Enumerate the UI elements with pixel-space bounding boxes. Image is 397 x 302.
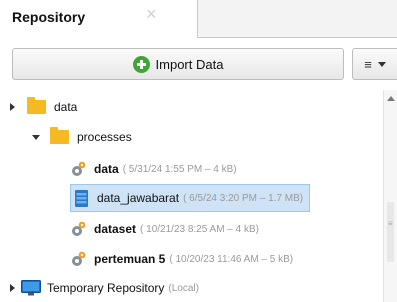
tree-item-data-jawabarat[interactable]: data_jawabarat ( 6/5/24 3:20 PM – 1.7 MB… xyxy=(70,184,311,212)
collapse-arrow-icon[interactable] xyxy=(32,134,40,140)
data-table-icon xyxy=(75,189,88,207)
hamburger-icon: ≡ xyxy=(364,56,372,72)
tree-item-dataset[interactable]: dataset ( 10/21/23 8:25 AM – 4 kB) xyxy=(70,215,259,243)
scroll-up-icon[interactable] xyxy=(387,96,395,101)
import-data-button[interactable]: Import Data xyxy=(12,48,344,80)
toolbar: Import Data ≡ xyxy=(0,38,397,90)
menu-dropdown-button[interactable]: ≡ xyxy=(352,48,397,80)
import-data-label: Import Data xyxy=(155,56,224,72)
item-meta: ( 6/5/24 3:20 PM – 1.7 MB) xyxy=(183,192,304,204)
tab-title: Repository xyxy=(12,9,86,25)
tree-item-pertemuan-5[interactable]: pertemuan 5 ( 10/20/23 11:46 AM – 5 kB) xyxy=(70,245,293,273)
vertical-scrollbar[interactable]: ≡ xyxy=(383,90,397,302)
item-name: pertemuan 5 xyxy=(94,252,166,266)
chevron-down-icon xyxy=(377,61,386,67)
folder-icon xyxy=(50,127,69,144)
tree-item-data-process[interactable]: data ( 5/31/24 1:55 PM – 4 kB) xyxy=(70,155,237,183)
scroll-grip-icon: ≡ xyxy=(388,219,393,228)
tree-folder-processes[interactable]: processes xyxy=(32,123,132,151)
folder-label: data xyxy=(54,100,78,114)
gear-process-icon xyxy=(72,221,86,236)
repository-tree: data processes data ( 5/31/24 1:55 PM – … xyxy=(0,93,383,302)
folder-label: processes xyxy=(77,130,132,144)
tab-strip: Repository × xyxy=(0,0,397,39)
monitor-icon xyxy=(21,280,41,296)
item-meta: ( 10/20/23 11:46 AM – 5 kB) xyxy=(169,253,294,265)
gear-process-icon xyxy=(72,251,86,266)
tree-temporary-repository[interactable]: Temporary Repository (Local) xyxy=(10,274,199,302)
item-meta: ( 5/31/24 1:55 PM – 4 kB) xyxy=(122,163,237,175)
plus-circle-icon xyxy=(132,55,150,73)
repository-meta: (Local) xyxy=(168,282,199,294)
tab-repository[interactable]: Repository × xyxy=(0,0,198,39)
scroll-thumb[interactable] xyxy=(387,202,394,262)
close-icon[interactable]: × xyxy=(146,5,157,23)
repository-label: Temporary Repository xyxy=(47,281,165,295)
expand-arrow-icon[interactable] xyxy=(10,284,15,292)
tree-folder-data[interactable]: data xyxy=(10,93,77,121)
item-meta: ( 10/21/23 8:25 AM – 4 kB) xyxy=(140,223,259,235)
item-name: data_jawabarat xyxy=(97,191,180,205)
folder-icon xyxy=(27,97,46,114)
item-name: dataset xyxy=(94,222,137,236)
expand-arrow-icon[interactable] xyxy=(10,103,15,111)
item-name: data xyxy=(94,162,119,176)
gear-process-icon xyxy=(72,161,86,176)
